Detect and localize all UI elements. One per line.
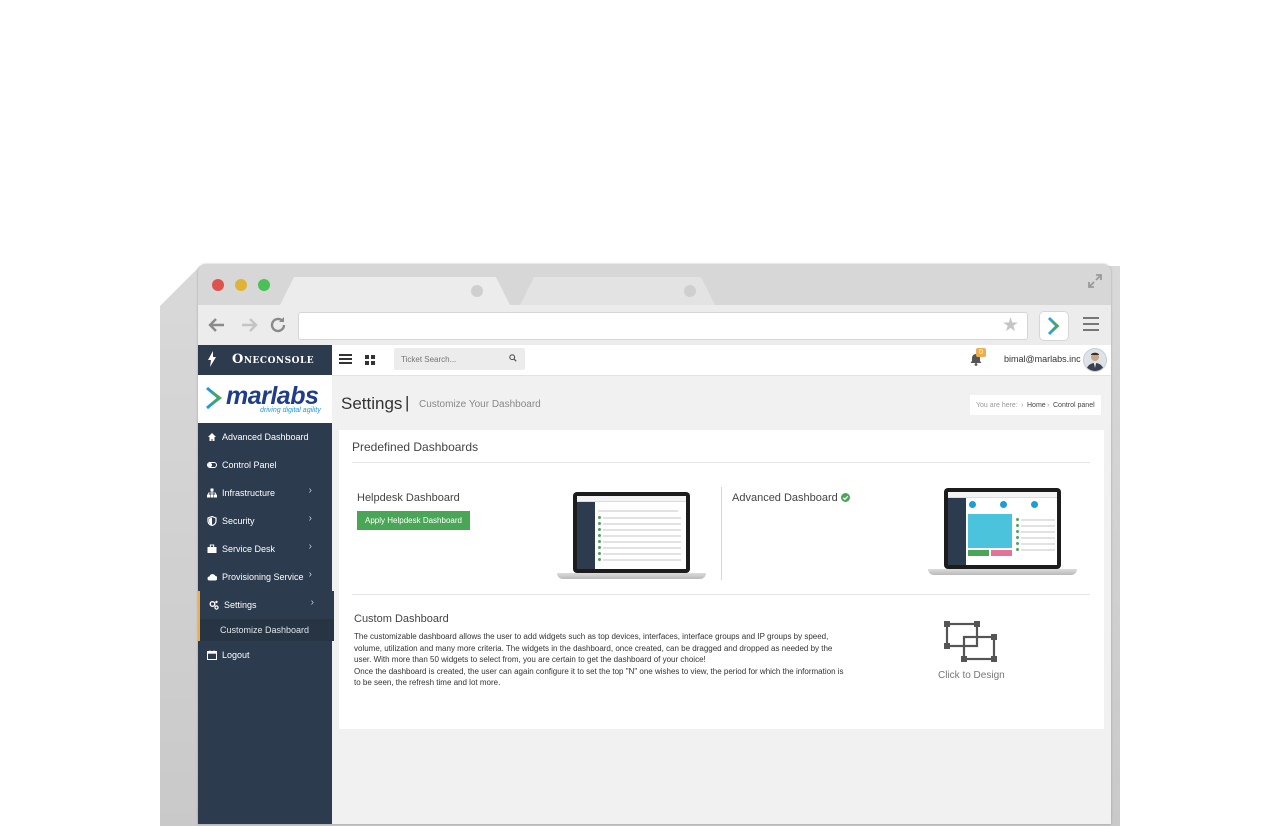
- breadcrumb: You are here: › Home › Control panel: [970, 395, 1101, 415]
- cloud-icon: [207, 574, 217, 581]
- browser-tab-active[interactable]: [280, 277, 510, 305]
- notification-badge: 0: [976, 348, 986, 357]
- browser-menu-icon[interactable]: [1083, 317, 1099, 331]
- helpdesk-dashboard-title: Helpdesk Dashboard: [357, 492, 460, 504]
- menu-toggle-icon[interactable]: [339, 354, 352, 365]
- sidebar: marlabs driving digital agility Advanced…: [198, 375, 334, 824]
- advanced-dashboard-title: Advanced Dashboard: [732, 492, 850, 504]
- marlabs-logo: marlabs driving digital agility: [198, 375, 332, 423]
- sidebar-item-control-panel[interactable]: Control Panel: [198, 451, 332, 479]
- cogs-icon: [209, 600, 219, 610]
- sidebar-item-settings[interactable]: Settings ›: [198, 591, 334, 619]
- breadcrumb-arrow: ›: [1047, 402, 1050, 409]
- sidebar-item-logout[interactable]: Logout: [198, 641, 332, 669]
- browser-toolbar: ★: [198, 305, 1111, 345]
- expand-icon[interactable]: [1087, 273, 1103, 289]
- brand-bar[interactable]: Oneconsole: [198, 345, 332, 375]
- home-icon: [208, 433, 216, 441]
- chevron-right-icon: ›: [310, 597, 314, 608]
- sidebar-item-security[interactable]: Security ›: [198, 507, 332, 535]
- ticket-search-input[interactable]: [394, 348, 509, 370]
- sidebar-item-service-desk[interactable]: Service Desk ›: [198, 535, 332, 563]
- logo-tagline: driving digital agility: [260, 407, 321, 414]
- app-viewport: Oneconsole 0 bimal@marlabs.inc: [198, 345, 1111, 824]
- maximize-window-button[interactable]: [258, 279, 270, 291]
- search-icon[interactable]: [509, 354, 517, 362]
- design-layout-icon[interactable]: [944, 621, 998, 665]
- title-separator: |: [405, 393, 410, 412]
- sidebar-item-label: Logout: [222, 650, 250, 660]
- sidebar-item-advanced-dashboard[interactable]: Advanced Dashboard: [198, 423, 332, 451]
- reload-icon[interactable]: [268, 315, 288, 335]
- sidebar-subitem-customize-dashboard[interactable]: Customize Dashboard: [198, 619, 334, 641]
- custom-dashboard-description: The customizable dashboard allows the us…: [354, 631, 849, 689]
- custom-dashboard-title: Custom Dashboard: [354, 613, 449, 625]
- chevron-right-icon: ›: [308, 485, 312, 496]
- forward-icon[interactable]: [239, 315, 259, 335]
- tab-close-icon[interactable]: [684, 285, 696, 297]
- briefcase-icon: [207, 544, 217, 553]
- minimize-window-button[interactable]: [235, 279, 247, 291]
- page-subtitle: Customize Your Dashboard: [419, 399, 541, 410]
- advanced-dashboard-label: Advanced Dashboard: [732, 492, 838, 504]
- bolt-icon: [208, 351, 216, 367]
- custom-description-paragraph: The customizable dashboard allows the us…: [354, 632, 833, 664]
- browser-tab[interactable]: [520, 277, 715, 305]
- ticket-search: [394, 348, 525, 370]
- browser-window: ★ Oneconsole Ticket Search... 0 bimal@ma…: [198, 264, 1111, 824]
- star-icon[interactable]: ★: [1002, 316, 1019, 336]
- close-window-button[interactable]: [212, 279, 224, 291]
- sidebar-item-label: Provisioning Service: [222, 572, 304, 582]
- divider: [352, 462, 1090, 463]
- back-icon[interactable]: [207, 315, 227, 335]
- check-circle-icon: [840, 493, 850, 502]
- chevron-right-icon: ›: [308, 569, 312, 580]
- sidebar-item-infrastructure[interactable]: Infrastructure ›: [198, 479, 332, 507]
- sidebar-item-label: Service Desk: [222, 544, 276, 554]
- grid-icon[interactable]: [365, 355, 375, 365]
- sidebar-subitem-label: Customize Dashboard: [220, 625, 310, 635]
- toggle-icon: [207, 462, 217, 468]
- sitemap-icon: [207, 488, 217, 498]
- marlabs-chevron-icon: [1047, 316, 1060, 336]
- shield-icon: [207, 516, 217, 526]
- breadcrumb-home-link[interactable]: Home: [1027, 402, 1046, 409]
- dashboard-separator: [721, 487, 722, 580]
- apply-helpdesk-dashboard-button[interactable]: Apply Helpdesk Dashboard: [357, 511, 470, 530]
- avatar[interactable]: [1083, 348, 1107, 372]
- divider: [352, 594, 1090, 595]
- advanced-dashboard-preview[interactable]: [928, 488, 1077, 575]
- predefined-dashboards-panel: Predefined Dashboards Helpdesk Dashboard…: [339, 430, 1104, 729]
- brand-name: Oneconsole: [232, 352, 315, 367]
- sidebar-item-label: Control Panel: [222, 460, 277, 470]
- click-to-design-link[interactable]: Click to Design: [938, 670, 1005, 681]
- breadcrumb-arrow: ›: [1021, 402, 1024, 409]
- browser-tab-bar: [198, 264, 1111, 305]
- panel-title: Predefined Dashboards: [352, 440, 479, 454]
- breadcrumb-current: Control panel: [1053, 402, 1095, 409]
- helpdesk-dashboard-preview[interactable]: [557, 492, 706, 579]
- sidebar-item-label: Infrastructure: [222, 488, 276, 498]
- sidebar-item-label: Settings: [224, 600, 257, 610]
- user-email[interactable]: bimal@marlabs.inc: [1004, 354, 1081, 364]
- tab-close-icon[interactable]: [471, 285, 483, 297]
- sidebar-item-label: Advanced Dashboard: [222, 432, 309, 442]
- calendar-icon: [207, 650, 217, 660]
- marlabs-extension-icon[interactable]: [1039, 311, 1069, 341]
- custom-description-paragraph: Once the dashboard is created, the user …: [354, 666, 844, 688]
- page-title: Settings: [341, 394, 403, 413]
- app-header: Oneconsole 0 bimal@marlabs.inc: [198, 345, 1111, 376]
- sidebar-item-label: Security: [222, 516, 255, 526]
- user-avatar-icon: [1086, 352, 1104, 371]
- breadcrumb-prefix: You are here:: [976, 402, 1018, 409]
- marlabs-mark-icon: [206, 386, 222, 410]
- address-bar[interactable]: ★: [298, 312, 1028, 340]
- chevron-right-icon: ›: [308, 513, 312, 524]
- chevron-right-icon: ›: [308, 541, 312, 552]
- sidebar-item-provisioning-service[interactable]: Provisioning Service ›: [198, 563, 332, 591]
